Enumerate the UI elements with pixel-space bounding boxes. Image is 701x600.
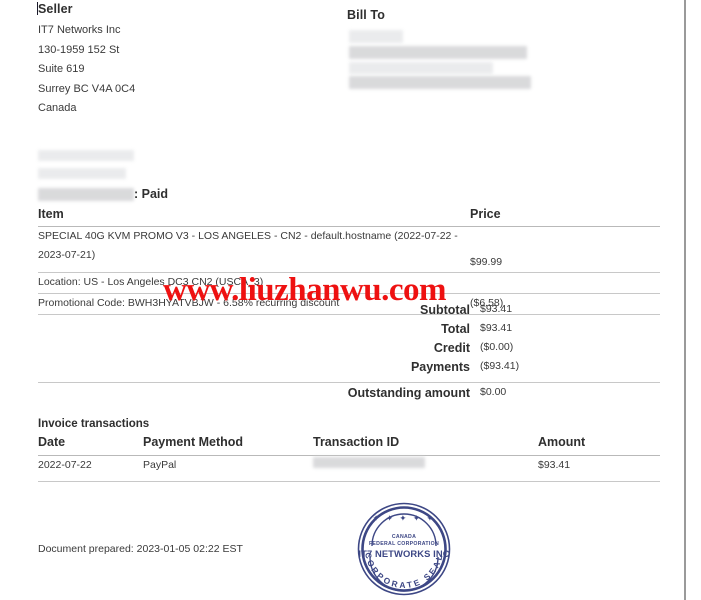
transaction-id-cell (313, 456, 538, 468)
seller-line-3: Suite 619 (38, 63, 85, 75)
bill-to-redacted-line-4 (349, 76, 531, 89)
document-prepared-text: Document prepared: 2023-01-05 02:22 EST (38, 543, 243, 555)
totals-value-subtotal: $93.41 (480, 303, 513, 315)
totals-row-payments: Payments ($93.41) (38, 360, 660, 379)
transaction-amount: $93.41 (538, 459, 571, 471)
seller-line-2: 130-1959 152 St (38, 43, 120, 56)
totals-label-payments: Payments (410, 360, 470, 374)
svg-text:FEDERAL CORPORATION: FEDERAL CORPORATION (369, 541, 439, 547)
transactions-header-payment-method: Payment Method (143, 435, 244, 449)
table-row: 2022-07-22 PayPal $93.41 (38, 456, 660, 482)
seller-line-1: IT7 Networks Inc (38, 24, 121, 36)
table-row: SPECIAL 40G KVM PROMO V3 - LOS ANGELES -… (38, 227, 660, 273)
transactions-header-row: Date Payment Method Transaction ID Amoun… (38, 435, 660, 456)
transaction-id-redacted (313, 457, 425, 468)
items-header-item: Item (38, 207, 64, 221)
items-header-row: Item Price (38, 207, 660, 227)
transactions-header-date: Date (38, 435, 66, 449)
item-price-1: $99.99 (470, 256, 503, 268)
bill-to-redacted-line-1 (349, 30, 403, 43)
totals-label-credit: Credit (433, 341, 470, 355)
item-description-2: Location: US - Los Angeles DC3 CN2 (USCA… (38, 276, 264, 288)
invoice-page: Seller IT7 Networks Inc 130-1959 152 St … (0, 0, 686, 600)
totals-row-outstanding: Outstanding amount $0.00 (38, 382, 660, 407)
transaction-payment-method: PayPal (143, 459, 177, 471)
totals-label-subtotal: Subtotal (420, 303, 470, 317)
transaction-date: 2022-07-22 (38, 459, 92, 471)
totals-row-total: Total $93.41 (38, 322, 660, 341)
totals-label-total: Total (441, 322, 470, 336)
totals-value-outstanding: $0.00 (480, 386, 507, 398)
seller-line-4: Surrey BC V4A 0C4 (38, 82, 136, 95)
invoice-date-redacted (38, 168, 126, 179)
table-row: Location: US - Los Angeles DC3 CN2 (USCA… (38, 273, 660, 294)
seller-block: Seller IT7 Networks Inc 130-1959 152 St … (38, 2, 338, 119)
seller-line-5: Canada (38, 102, 77, 114)
totals-label-outstanding: Outstanding amount (347, 386, 470, 400)
bill-to-block: Bill To (347, 8, 647, 89)
seller-heading: Seller (38, 2, 73, 16)
totals-value-total: $93.41 (480, 322, 513, 334)
totals-value-credit: ($0.00) (480, 341, 514, 353)
totals-row-subtotal: Subtotal $93.41 (38, 303, 660, 322)
items-table: Item Price SPECIAL 40G KVM PROMO V3 - LO… (38, 207, 660, 315)
invoice-status-label-redacted (38, 188, 134, 201)
bill-to-heading: Bill To (347, 8, 385, 22)
transactions-title: Invoice transactions (38, 418, 150, 430)
transactions-header-transaction-id: Transaction ID (313, 435, 400, 449)
items-header-price: Price (470, 207, 501, 221)
bill-to-redacted-line-2 (349, 46, 527, 59)
totals-row-credit: Credit ($0.00) (38, 341, 660, 360)
svg-text:✦ ✦ ✦ ✦ ✦: ✦ ✦ ✦ ✦ ✦ (372, 513, 435, 523)
bill-to-redacted-line-3 (349, 62, 493, 74)
transactions-header-amount: Amount (538, 435, 586, 449)
svg-text:CANADA: CANADA (392, 534, 416, 540)
totals-block: Subtotal $93.41 Total $93.41 Credit ($0.… (38, 303, 660, 407)
corporate-seal-stamp: ✦ ✦ ✦ ✦ ✦ CANADA FEDERAL CORPORATION IT7… (352, 497, 456, 600)
invoice-meta-block: : Paid (38, 150, 368, 203)
invoice-number-redacted (38, 150, 134, 161)
item-description-1: SPECIAL 40G KVM PROMO V3 - LOS ANGELES -… (38, 230, 458, 261)
invoice-status-row: : Paid (38, 187, 368, 203)
totals-value-payments: ($93.41) (480, 360, 520, 372)
transactions-table: Invoice transactions Date Payment Method… (38, 418, 660, 482)
invoice-status-value: : Paid (134, 187, 169, 201)
